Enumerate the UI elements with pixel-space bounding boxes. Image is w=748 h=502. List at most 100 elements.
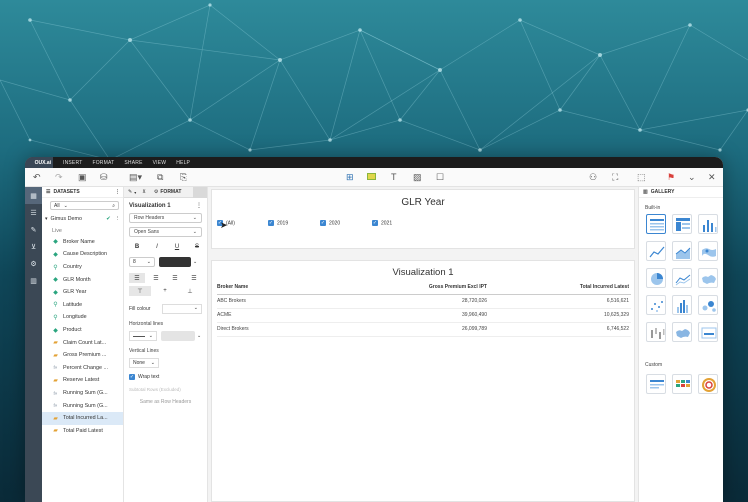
- menu-share[interactable]: SHARE: [124, 160, 142, 166]
- column-header[interactable]: Total Incurred Latest: [487, 281, 631, 295]
- tab-format[interactable]: FORMAT: [160, 189, 181, 195]
- field-item[interactable]: f× Running Sum (G...: [42, 399, 123, 412]
- filter-card[interactable]: GLR Year ✓ (All) ✓ 2019 ✓ 2020 ✓ 2021 ➤: [211, 189, 635, 249]
- field-item[interactable]: ◆ Product: [42, 324, 123, 337]
- user-icon[interactable]: ⚇: [589, 171, 597, 183]
- filter-icon[interactable]: ⊻: [25, 238, 42, 255]
- strikethrough-button[interactable]: S: [189, 242, 205, 252]
- font-size-select[interactable]: 8 ⌄: [129, 257, 155, 267]
- italic-button[interactable]: I: [149, 242, 165, 252]
- align-justify-icon[interactable]: ☰: [186, 273, 202, 283]
- table-row[interactable]: ABC Brokers 28,720,026 6,516,621: [217, 294, 631, 309]
- field-item[interactable]: ◆ Broker Name: [42, 236, 123, 249]
- multi-line-chart-icon[interactable]: [672, 268, 692, 288]
- align-left-icon[interactable]: ☰: [129, 273, 145, 283]
- pivot-table-icon[interactable]: [672, 214, 692, 234]
- datasets-icon[interactable]: ☰: [25, 204, 42, 221]
- format-menu-icon[interactable]: ⋮: [196, 202, 202, 209]
- line-color-swatch[interactable]: [161, 331, 195, 341]
- dataset-menu-icon[interactable]: ⋮: [115, 216, 120, 222]
- gear-icon[interactable]: ⚙: [154, 189, 158, 195]
- copy-icon[interactable]: ⧉: [157, 171, 163, 183]
- present-icon[interactable]: ⬚: [637, 171, 646, 183]
- fill-colour-select[interactable]: ⌄: [162, 304, 202, 314]
- field-item[interactable]: ⚲ Longitude: [42, 311, 123, 324]
- field-item[interactable]: f× Running Sum (G...: [42, 387, 123, 400]
- align-bottom-icon[interactable]: ⊥: [179, 286, 201, 296]
- field-item[interactable]: ▰ Reserve Latest: [42, 374, 123, 387]
- field-item[interactable]: ▰ Total Paid Latest: [42, 425, 123, 438]
- bar-chart-icon[interactable]: [698, 214, 718, 234]
- insert-shape-icon[interactable]: ☐: [436, 171, 444, 183]
- table-row[interactable]: ACME 39,960,490 10,625,329: [217, 308, 631, 323]
- menu-format[interactable]: FORMAT: [92, 160, 114, 166]
- candlestick-chart-icon[interactable]: [646, 322, 666, 342]
- world-map-icon[interactable]: [698, 268, 718, 288]
- field-item[interactable]: ▰ Total Incurred La...: [42, 411, 123, 425]
- histogram-icon[interactable]: [672, 295, 692, 315]
- filter-option[interactable]: ✓ 2019: [268, 220, 320, 226]
- column-header[interactable]: Gross Premium Excl IPT: [367, 281, 487, 295]
- field-item[interactable]: ⚲ Latitude: [42, 299, 123, 312]
- area-chart-icon[interactable]: [672, 241, 692, 261]
- settings-icon[interactable]: ⚙: [25, 255, 42, 272]
- underline-button[interactable]: U: [169, 242, 185, 252]
- field-item[interactable]: ◆ Cause Description: [42, 248, 123, 261]
- column-header[interactable]: Broker Name: [217, 281, 367, 295]
- close-icon[interactable]: ✕: [708, 171, 716, 183]
- pie-chart-icon[interactable]: [646, 268, 666, 288]
- chevron-down-icon[interactable]: ▾: [45, 216, 48, 222]
- filter-option[interactable]: ✓ 2020: [320, 220, 372, 226]
- dashboard-icon[interactable]: ▦: [25, 187, 42, 204]
- search-icon[interactable]: ⌕: [112, 203, 115, 209]
- menu-insert[interactable]: INSERT: [63, 160, 82, 166]
- fit-screen-icon[interactable]: ⛶: [612, 171, 618, 183]
- undo-icon[interactable]: ↶: [33, 171, 41, 183]
- datasets-menu-icon[interactable]: ⋮: [115, 189, 120, 195]
- filter-option[interactable]: ✓ 2021: [372, 220, 424, 226]
- database-icon[interactable]: ⛁: [100, 171, 108, 183]
- bubble-chart-icon[interactable]: [698, 295, 718, 315]
- field-item[interactable]: ▰ Claim Count Lat...: [42, 336, 123, 349]
- save-icon[interactable]: ▣: [78, 171, 87, 183]
- insert-text-icon[interactable]: T: [391, 171, 397, 183]
- custom-table-icon[interactable]: [646, 374, 666, 394]
- bold-button[interactable]: B: [129, 242, 145, 252]
- table-chart-icon[interactable]: [646, 214, 666, 234]
- align-middle-icon[interactable]: +: [154, 286, 176, 296]
- brush-icon[interactable]: ✎: [128, 189, 132, 195]
- field-item[interactable]: ▰ Gross Premium ...: [42, 349, 123, 362]
- dataset-filter-select[interactable]: All ⌄ ⌕: [50, 201, 119, 210]
- insert-chart-icon[interactable]: ⊞: [346, 171, 354, 183]
- scatter-chart-icon[interactable]: [646, 295, 666, 315]
- export-icon[interactable]: ⎘: [180, 171, 187, 183]
- redo-icon[interactable]: ↷: [55, 171, 63, 183]
- chevron-down-icon[interactable]: ⌄: [193, 259, 197, 265]
- align-center-icon[interactable]: ☰: [148, 273, 164, 283]
- wrap-text-checkbox[interactable]: ✓: [129, 374, 135, 380]
- insert-image-icon[interactable]: ▨: [413, 171, 422, 183]
- filter-icon[interactable]: ⊻: [142, 189, 146, 195]
- field-item[interactable]: ◆ GLR Year: [42, 286, 123, 299]
- field-item[interactable]: ⚲ Country: [42, 261, 123, 274]
- vertical-lines-select[interactable]: None ⌄: [129, 358, 159, 368]
- font-select[interactable]: Open Sans ⌄: [129, 227, 202, 237]
- align-top-icon[interactable]: ⊤: [129, 286, 151, 296]
- field-item[interactable]: f× Percent Change ...: [42, 362, 123, 375]
- analytics-icon[interactable]: ▥: [25, 272, 42, 289]
- kpi-icon[interactable]: [698, 322, 718, 342]
- align-right-icon[interactable]: ☰: [167, 273, 183, 283]
- chevron-down-icon[interactable]: ⌄: [197, 333, 201, 339]
- visualization-card[interactable]: Visualization 1 Broker Name Gross Premiu…: [211, 260, 635, 502]
- line-chart-icon[interactable]: [646, 241, 666, 261]
- table-row[interactable]: Direct Brokers 26,099,789 6,746,522: [217, 322, 631, 337]
- menu-view[interactable]: VIEW: [153, 160, 167, 166]
- brush-icon[interactable]: ✎: [25, 221, 42, 238]
- line-style-select[interactable]: ⌄: [129, 331, 157, 341]
- collapse-icon[interactable]: ⌄: [688, 171, 696, 183]
- insert-filter-icon[interactable]: [367, 173, 376, 180]
- map-icon[interactable]: [698, 241, 718, 261]
- row-headers-select[interactable]: Row Headers ⌄: [129, 213, 202, 223]
- choropleth-map-icon[interactable]: [672, 322, 692, 342]
- custom-heatmap-icon[interactable]: [672, 374, 692, 394]
